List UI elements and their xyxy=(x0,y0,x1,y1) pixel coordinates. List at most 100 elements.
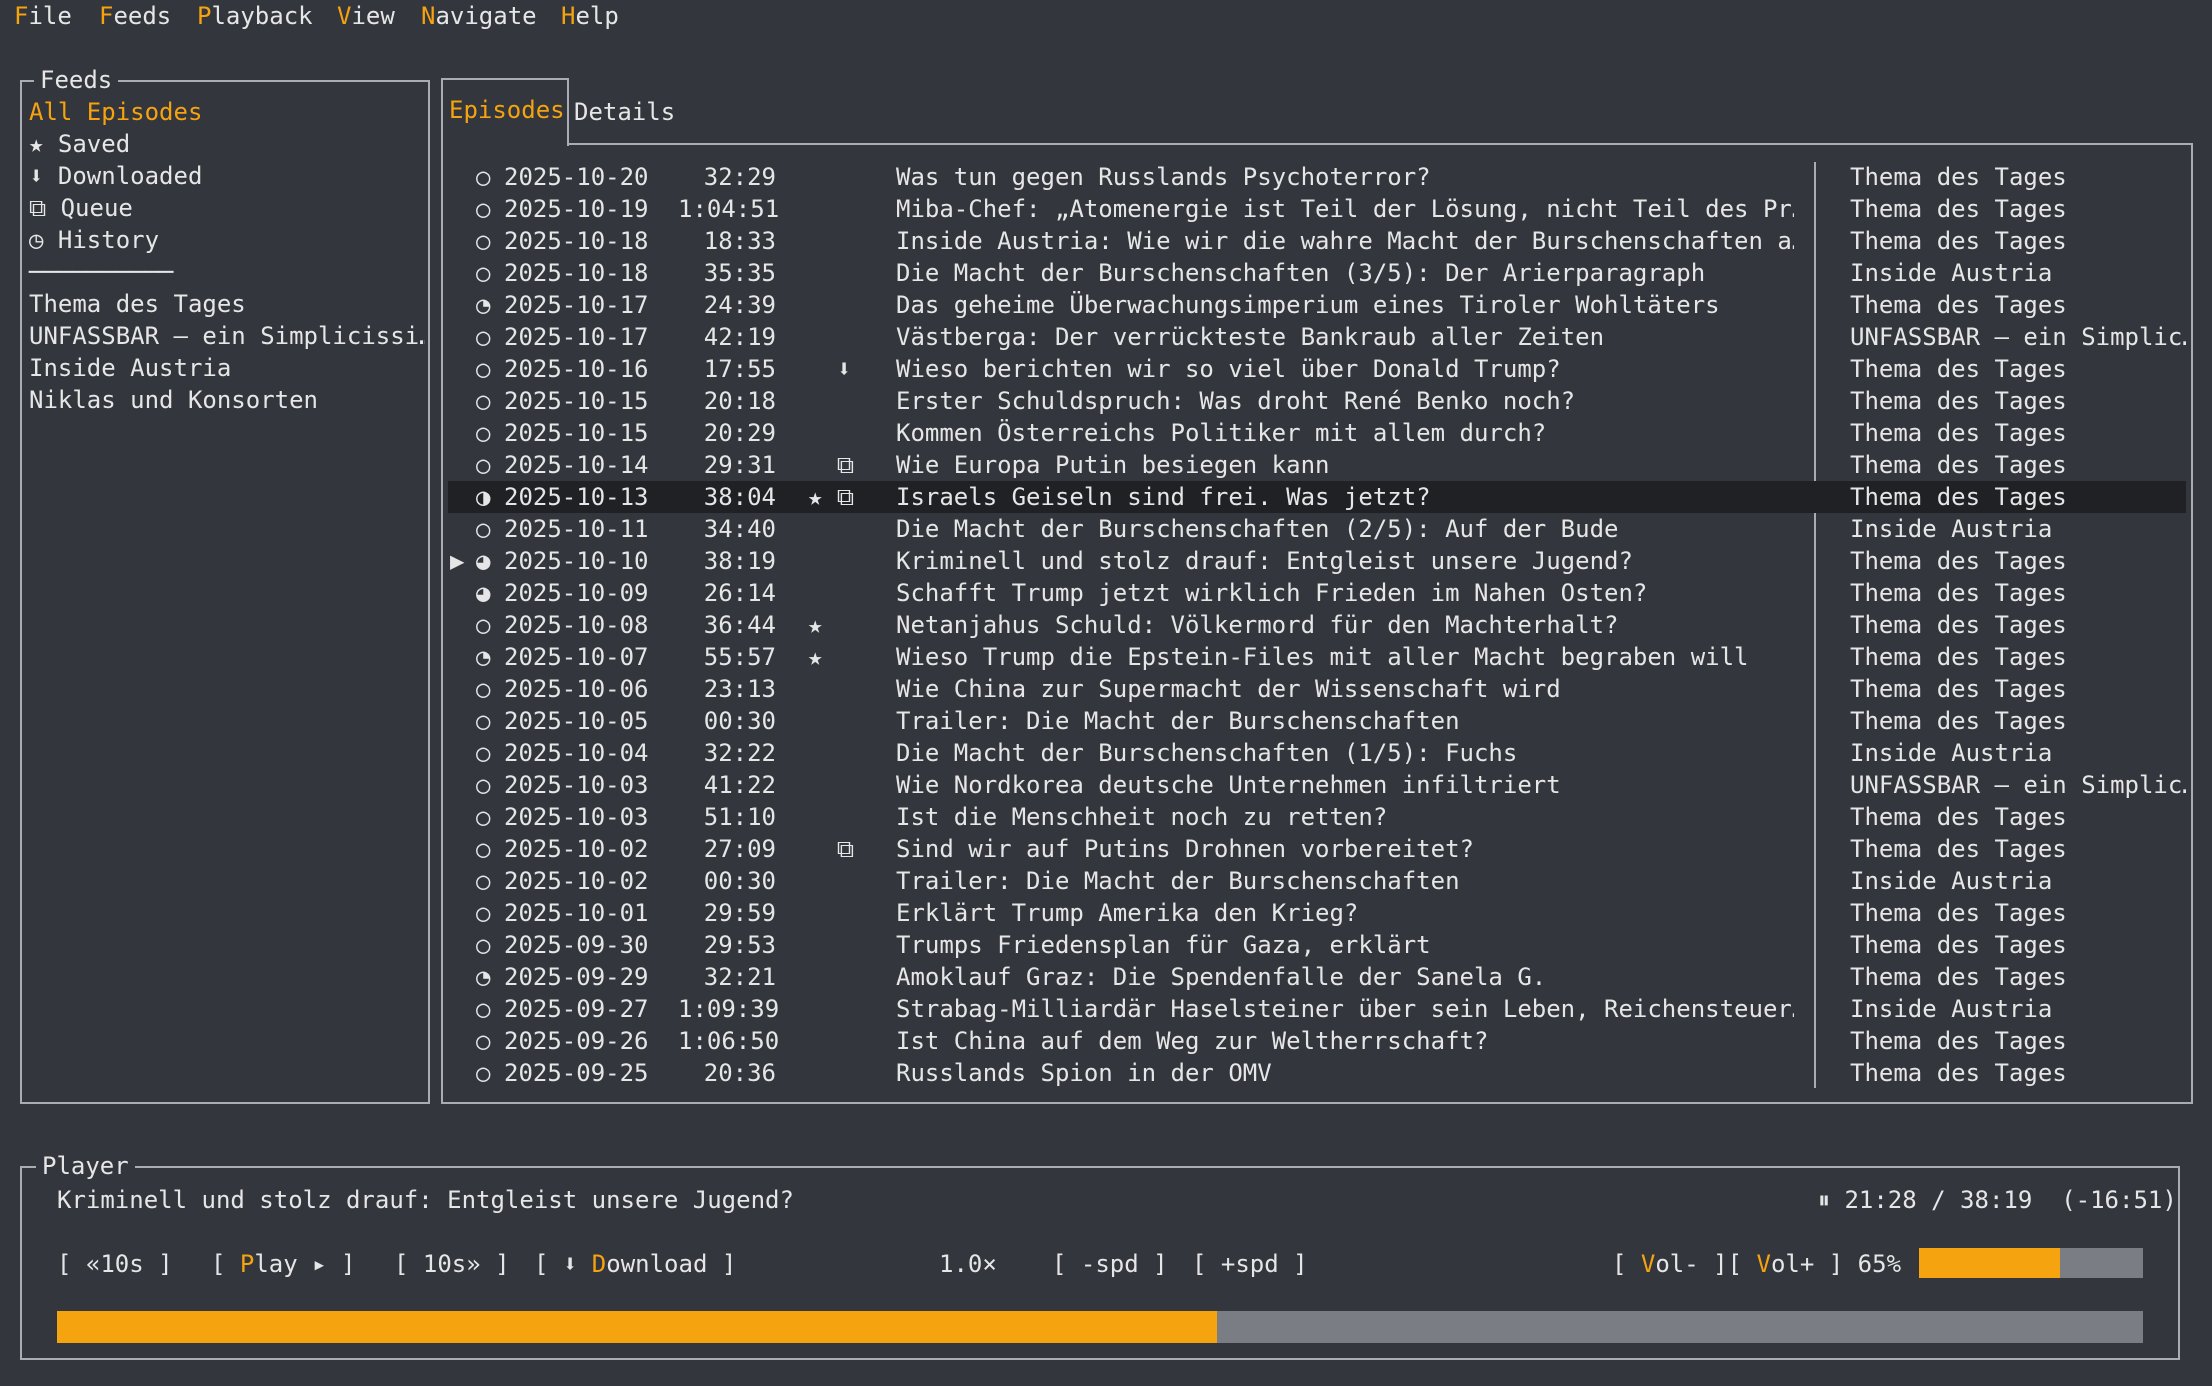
episode-row[interactable]: ○ 2025-10-02 27:09 ⧉ Sind wir auf Putins Dr… xyxy=(448,833,2186,865)
episode-row[interactable]: ◕ 2025-10-09 26:14 Schafft Trump jetzt wirk… xyxy=(448,577,2186,609)
episode-duration: 36:44 xyxy=(703,611,776,639)
episode-row-selected[interactable]: ◑ 2025-10-13 38:04 ★ ⧉ Israels Geiseln sind … xyxy=(448,481,2186,513)
episode-row[interactable]: ○ 2025-10-04 32:22 Die Macht der Burschensc… xyxy=(448,737,2186,769)
episode-row[interactable]: ○ 2025-09-30 29:53 Trumps Friedensplan für … xyxy=(448,929,2186,961)
episode-row[interactable]: ○ 2025-10-16 17:55 ⬇ Wieso berichten wir so… xyxy=(448,353,2186,385)
episode-date: 2025-10-03 xyxy=(504,771,649,799)
episode-row[interactable]: ○ 2025-10-18 35:35 Die Macht der Burschensc… xyxy=(448,257,2186,289)
sidebar-item-history[interactable]: ◷ History xyxy=(29,224,159,256)
playback-progress-bar[interactable] xyxy=(57,1311,2143,1343)
volume-up-button[interactable]: Vol+ ] xyxy=(1757,1250,1844,1278)
episode-duration: 20:36 xyxy=(703,1059,776,1087)
episode-flags: ★ ⧉ xyxy=(808,483,855,511)
episode-row[interactable]: ○ 2025-10-08 36:44 ★ Netanjahus Schuld: Völk… xyxy=(448,609,2186,641)
rewind-10s-button[interactable]: [ «10s ] xyxy=(57,1248,173,1280)
episode-date: 2025-10-09 xyxy=(504,579,649,607)
episode-row[interactable]: ○ 2025-10-17 42:19 Västberga: Der verrückte… xyxy=(448,321,2186,353)
episode-date: 2025-10-03 xyxy=(504,803,649,831)
episode-date: 2025-10-10 xyxy=(504,547,649,575)
episode-feed: Thema des Tages xyxy=(1850,451,2067,479)
episode-row[interactable]: ○ 2025-10-14 29:31 ⧉ Wie Europa Putin besie… xyxy=(448,449,2186,481)
download-button[interactable]: [ ⬇ Download ] xyxy=(534,1248,736,1280)
episode-row[interactable]: ○ 2025-10-20 32:29 Was tun gegen Russlands … xyxy=(448,161,2186,193)
episode-duration: 32:21 xyxy=(703,963,776,991)
episode-row[interactable]: ○ 2025-10-06 23:13 Wie China zur Supermacht… xyxy=(448,673,2186,705)
episode-date: 2025-10-08 xyxy=(504,611,649,639)
episode-row[interactable]: ○ 2025-10-11 34:40 Die Macht der Burschensc… xyxy=(448,513,2186,545)
speed-up-button[interactable]: [ +spd ] xyxy=(1192,1248,1308,1280)
episode-row[interactable]: ○ 2025-10-19 1:04:51 Miba-Chef: „Atomenergi… xyxy=(448,193,2186,225)
episode-date: 2025-09-29 xyxy=(504,963,649,991)
episode-date: 2025-10-02 xyxy=(504,867,649,895)
volume-down-button[interactable]: [ Vol- ][ xyxy=(1612,1250,1757,1278)
menu-feeds[interactable]: Feeds xyxy=(99,2,171,30)
episode-feed: Inside Austria xyxy=(1850,259,2053,287)
episode-duration: 27:09 xyxy=(703,835,776,863)
episode-row[interactable]: ◔ 2025-10-17 24:39 Das geheime Überwachungs… xyxy=(448,289,2186,321)
play-button[interactable]: [ Play ▸ ] xyxy=(211,1248,356,1280)
menu-help[interactable]: Help xyxy=(561,2,619,30)
volume-bar-fill xyxy=(1919,1248,2061,1278)
menu-view[interactable]: View xyxy=(337,2,395,30)
sidebar-item-all-episodes[interactable]: All Episodes xyxy=(29,96,202,128)
episode-feed: Thema des Tages xyxy=(1850,931,2067,959)
menu-playback[interactable]: Playback xyxy=(197,2,313,30)
episode-duration: 32:22 xyxy=(703,739,776,767)
episode-feed: Thema des Tages xyxy=(1850,1059,2067,1087)
episode-duration: 26:14 xyxy=(703,579,776,607)
player-panel-title: Player xyxy=(36,1151,135,1181)
episode-feed: Thema des Tages xyxy=(1850,387,2067,415)
episode-row[interactable]: ○ 2025-10-05 00:30 Trailer: Die Macht der B… xyxy=(448,705,2186,737)
episode-row[interactable]: ○ 2025-09-26 1:06:50 Ist China auf dem Weg … xyxy=(448,1025,2186,1057)
episode-row[interactable]: ◔ 2025-10-07 55:57 ★ Wieso Trump die Epstein… xyxy=(448,641,2186,673)
episode-duration: 38:04 xyxy=(703,483,776,511)
episode-feed: Thema des Tages xyxy=(1850,195,2067,223)
episode-date: 2025-10-17 xyxy=(504,323,649,351)
episode-feed: Thema des Tages xyxy=(1850,707,2067,735)
episode-flags: ★ xyxy=(808,611,823,639)
episode-row[interactable]: ○ 2025-10-15 20:29 Kommen Österreichs Polit… xyxy=(448,417,2186,449)
episode-row[interactable]: ◔ 2025-09-29 32:21 Amoklauf Graz: Die Spend… xyxy=(448,961,2186,993)
menu-navigate[interactable]: Navigate xyxy=(421,2,537,30)
episode-row[interactable]: ○ 2025-10-01 29:59 Erklärt Trump Amerika de… xyxy=(448,897,2186,929)
episode-feed: Thema des Tages xyxy=(1850,1027,2067,1055)
episode-title: Ist die Menschheit noch zu retten? xyxy=(896,803,1388,831)
play-status-icon: ○ xyxy=(476,611,491,639)
sidebar-feed-unfassbar[interactable]: UNFASSBAR – ein Simplicissi… xyxy=(29,320,425,352)
episode-title: Das geheime Überwachungsimperium eines T… xyxy=(896,291,1720,319)
episode-row[interactable]: ○ 2025-10-03 41:22 Wie Nordkorea deutsche U… xyxy=(448,769,2186,801)
episode-row[interactable]: ○ 2025-09-25 20:36 Russlands Spion in der O… xyxy=(448,1057,2186,1089)
sidebar-feed-inside-austria[interactable]: Inside Austria xyxy=(29,352,231,384)
episode-date: 2025-10-11 xyxy=(504,515,649,543)
episode-flags: ★ xyxy=(808,643,823,671)
sidebar-item-downloaded[interactable]: ⬇ Downloaded xyxy=(29,160,202,192)
sidebar-item-queue[interactable]: ⧉ Queue xyxy=(29,192,133,224)
menu-file[interactable]: File xyxy=(14,2,72,30)
play-status-icon: ○ xyxy=(476,739,491,767)
star-icon: ★ xyxy=(29,130,44,158)
episode-date: 2025-10-14 xyxy=(504,451,649,479)
episode-title: Amoklauf Graz: Die Spendenfalle der Sane… xyxy=(896,963,1547,991)
tab-episodes[interactable]: Episodes xyxy=(441,78,569,146)
episode-row[interactable]: ○ 2025-10-18 18:33 Inside Austria: Wie wir … xyxy=(448,225,2186,257)
episode-row[interactable]: ○ 2025-10-02 00:30 Trailer: Die Macht der B… xyxy=(448,865,2186,897)
episode-row[interactable]: ○ 2025-09-27 1:09:39 Strabag-Milliardär Has… xyxy=(448,993,2186,1025)
sidebar-feed-thema[interactable]: Thema des Tages xyxy=(29,288,246,320)
speed-down-button[interactable]: [ -spd ] xyxy=(1052,1248,1168,1280)
volume-bar[interactable] xyxy=(1919,1248,2143,1278)
sidebar-feed-niklas[interactable]: Niklas und Konsorten xyxy=(29,384,318,416)
episode-title: Kommen Österreichs Politiker mit allem d… xyxy=(896,419,1547,447)
episode-row[interactable]: ▶ ◕ 2025-10-10 38:19 Kriminell und stolz dra… xyxy=(448,545,2186,577)
now-playing-marker-icon: ▶ xyxy=(450,547,465,575)
pause-icon: ⏸ xyxy=(1818,1186,1830,1214)
forward-10s-button[interactable]: [ 10s» ] xyxy=(394,1248,510,1280)
episode-flags: ⧉ xyxy=(808,451,855,479)
episode-title: Västberga: Der verrückteste Bankraub all… xyxy=(896,323,1605,351)
episode-row[interactable]: ○ 2025-10-15 20:18 Erster Schuldspruch: Was… xyxy=(448,385,2186,417)
episode-date: 2025-09-30 xyxy=(504,931,649,959)
episode-date: 2025-10-01 xyxy=(504,899,649,927)
episode-row[interactable]: ○ 2025-10-03 51:10 Ist die Menschheit noch … xyxy=(448,801,2186,833)
tab-details[interactable]: Details xyxy=(574,96,675,128)
episode-feed: Thema des Tages xyxy=(1850,227,2067,255)
sidebar-item-saved[interactable]: ★ Saved xyxy=(29,128,130,160)
